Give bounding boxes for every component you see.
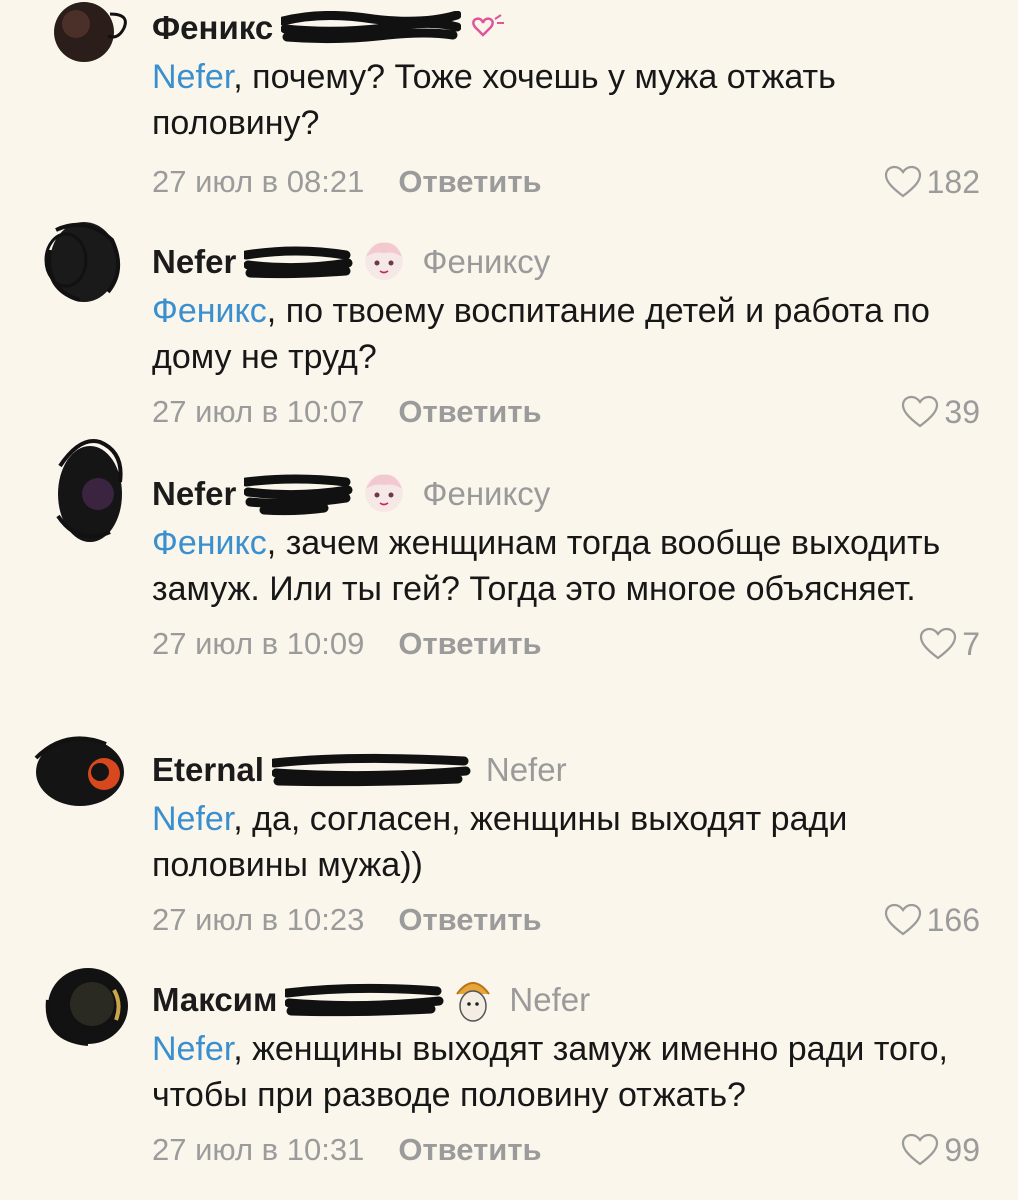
like-button[interactable]: 7 — [918, 622, 980, 666]
heart-outline-icon — [884, 903, 921, 936]
reply-to-name[interactable]: Фениксу — [422, 243, 550, 281]
egg-sticker-icon — [451, 976, 495, 1024]
comment-date: 27 июл в 10:09 — [152, 626, 365, 661]
comment-body: , зачем женщинам тогда вообще выходить з… — [152, 524, 941, 608]
like-button[interactable]: 39 — [900, 390, 980, 434]
avatar[interactable] — [50, 436, 128, 542]
avatar[interactable] — [46, 0, 127, 72]
anime-sticker-icon — [360, 239, 408, 285]
comments-thread: Феникс Nefer, почему? Тоже хочешь у мужа… — [0, 0, 1018, 1200]
comment-body: , женщины выходят замуж именно ради того… — [152, 1030, 948, 1114]
heart-outline-icon — [920, 627, 957, 660]
comment-date: 27 июл в 10:07 — [152, 394, 365, 429]
like-count: 7 — [962, 625, 980, 662]
like-count: 39 — [944, 393, 980, 430]
reply-to-name[interactable]: Nefer — [509, 981, 590, 1019]
redacted-surname — [281, 11, 462, 45]
reply-button[interactable]: Ответить — [398, 902, 541, 938]
redacted-surname — [244, 245, 354, 279]
like-count: 166 — [926, 901, 980, 938]
mention-link[interactable]: Nefer — [152, 800, 233, 838]
comment-date: 27 июл в 08:21 — [152, 164, 365, 199]
mention-link[interactable]: Феникс — [152, 524, 267, 562]
comment-text: Nefer, да, согласен, женщины выходят рад… — [152, 796, 980, 888]
comment-text: Феникс, зачем женщинам тогда вообще выхо… — [152, 520, 980, 612]
heart-sticker-icon — [467, 13, 507, 43]
comment-text: Nefer, женщины выходят замуж именно ради… — [152, 1026, 980, 1118]
reply-button[interactable]: Ответить — [398, 626, 541, 662]
like-button[interactable]: 166 — [883, 898, 980, 942]
mention-link[interactable]: Nefer — [152, 58, 233, 96]
avatar[interactable] — [40, 960, 128, 1046]
anime-sticker-icon — [360, 471, 408, 517]
mention-link[interactable]: Феникс — [152, 292, 267, 330]
like-button[interactable]: 99 — [900, 1128, 980, 1172]
redacted-surname — [244, 472, 354, 516]
comment-date: 27 июл в 10:23 — [152, 902, 365, 937]
reply-button[interactable]: Ответить — [398, 394, 541, 430]
comment-author[interactable]: Nefer — [152, 475, 236, 513]
reply-button[interactable]: Ответить — [398, 164, 541, 200]
like-button[interactable]: 182 — [883, 160, 980, 204]
like-count: 182 — [926, 163, 980, 200]
heart-outline-icon — [902, 1133, 939, 1166]
reply-to-name[interactable]: Фениксу — [422, 475, 550, 513]
avatar[interactable] — [36, 210, 120, 302]
comment-author[interactable]: Максим — [152, 981, 277, 1019]
comment-author[interactable]: Eternal — [152, 751, 264, 789]
like-count: 99 — [944, 1131, 980, 1168]
reply-button[interactable]: Ответить — [398, 1132, 541, 1168]
comment-author[interactable]: Nefer — [152, 243, 236, 281]
comment-date: 27 июл в 10:31 — [152, 1132, 365, 1167]
comment-body: , да, согласен, женщины выходят ради пол… — [152, 800, 848, 884]
redacted-surname — [285, 983, 445, 1017]
heart-outline-icon — [902, 395, 939, 428]
comment-body: , почему? Тоже хочешь у мужа отжать поло… — [152, 58, 836, 142]
redacted-surname — [271, 753, 472, 787]
avatar[interactable] — [30, 728, 124, 806]
reply-to-name[interactable]: Nefer — [486, 751, 567, 789]
mention-link[interactable]: Nefer — [152, 1030, 233, 1068]
comment-author[interactable]: Феникс — [152, 9, 273, 47]
comment-body: , по твоему воспитание детей и работа по… — [152, 292, 930, 376]
heart-outline-icon — [884, 165, 921, 198]
comment-text: Nefer, почему? Тоже хочешь у мужа отжать… — [152, 54, 980, 146]
comment-text: Феникс, по твоему воспитание детей и раб… — [152, 288, 980, 380]
